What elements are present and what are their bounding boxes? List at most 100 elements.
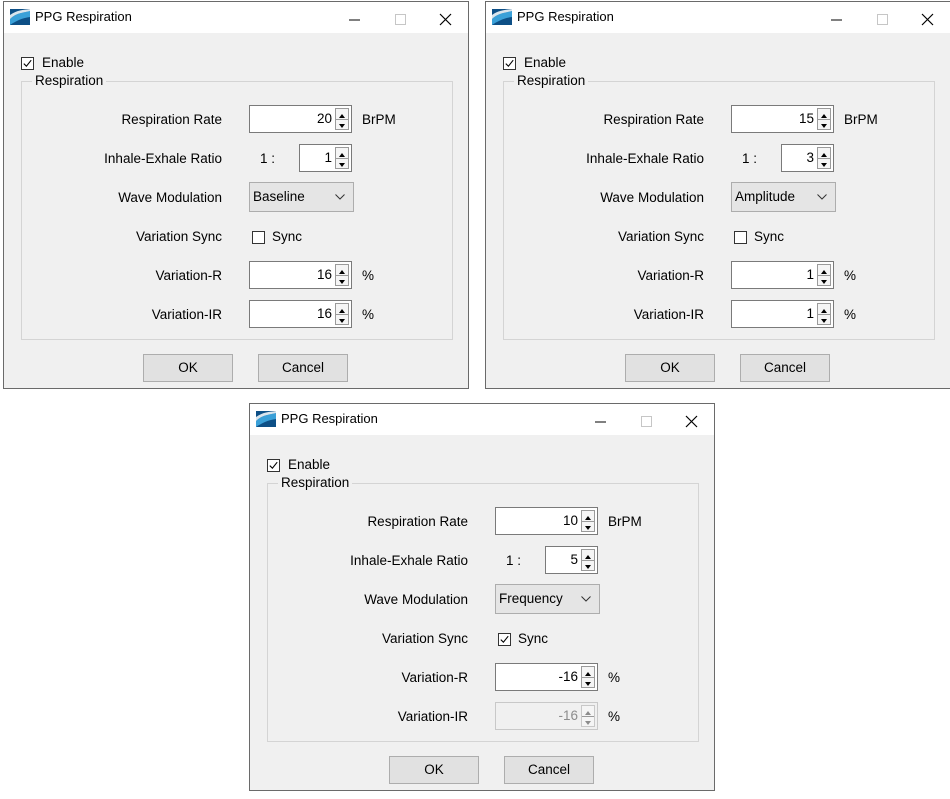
spin-down-button[interactable] xyxy=(818,158,830,168)
arrow-down-icon xyxy=(585,526,591,530)
wave-modulation-dropdown[interactable]: Baseline xyxy=(249,182,354,212)
variation-ir-label: Variation-IR xyxy=(397,709,468,724)
spin-buttons[interactable] xyxy=(335,108,349,130)
maximize-button[interactable] xyxy=(378,4,422,32)
wave-modulation-label: Wave Modulation xyxy=(600,190,704,205)
variation-ir-unit: % xyxy=(362,307,375,322)
enable-label: Enable xyxy=(288,457,331,472)
variation-r-label: Variation-R xyxy=(637,268,704,283)
title-bar[interactable]: PPG Respiration xyxy=(486,2,950,33)
variation-r-spinbox[interactable]: -16 xyxy=(495,663,598,691)
spin-buttons[interactable] xyxy=(335,264,349,286)
spin-buttons[interactable] xyxy=(817,264,831,286)
variation-ir-value: 1 xyxy=(806,306,814,321)
arrow-down-icon xyxy=(821,163,827,167)
minimize-button[interactable] xyxy=(578,406,622,434)
variation-r-spinbox[interactable]: 16 xyxy=(249,261,352,289)
respiration-rate-unit: BrPM xyxy=(608,514,642,529)
variation-ir-unit: % xyxy=(844,307,857,322)
minimize-icon xyxy=(349,19,360,21)
checkmark-icon xyxy=(505,59,514,68)
ratio-prefix: 1 : xyxy=(742,151,758,166)
ratio-spinbox[interactable]: 3 xyxy=(781,144,834,172)
maximize-button[interactable] xyxy=(624,406,668,434)
arrow-down-icon xyxy=(585,565,591,569)
variation-ir-spinbox[interactable]: 16 xyxy=(249,300,352,328)
spin-buttons[interactable] xyxy=(817,303,831,325)
ppg-respiration-dialog: PPG Respiration Enable Respiration Respi… xyxy=(3,1,469,389)
enable-checkbox[interactable] xyxy=(267,459,280,472)
variation-r-value: 16 xyxy=(316,267,332,282)
title-bar[interactable]: PPG Respiration xyxy=(250,404,714,435)
close-button[interactable] xyxy=(906,4,950,32)
minimize-button[interactable] xyxy=(332,4,376,32)
sync-checkbox-label: Sync xyxy=(518,631,549,646)
spin-buttons[interactable] xyxy=(335,147,349,169)
arrow-down-icon xyxy=(821,319,827,323)
spin-down-button[interactable] xyxy=(582,560,594,570)
spin-buttons[interactable] xyxy=(581,549,595,571)
chevron-down-icon xyxy=(581,596,591,602)
close-button[interactable] xyxy=(424,4,468,32)
variation-ir-unit: % xyxy=(608,709,621,724)
ratio-spinbox[interactable]: 1 xyxy=(299,144,352,172)
maximize-icon xyxy=(877,14,888,25)
spin-buttons[interactable] xyxy=(817,147,831,169)
variation-ir-spinbox: -16 xyxy=(495,702,598,730)
spin-down-button[interactable] xyxy=(336,158,348,168)
maximize-icon xyxy=(641,416,652,427)
variation-sync-label: Variation Sync xyxy=(381,631,468,646)
ratio-spinbox[interactable]: 5 xyxy=(545,546,598,574)
spin-down-button[interactable] xyxy=(818,119,830,129)
arrow-down-icon xyxy=(339,280,345,284)
spin-down-button[interactable] xyxy=(582,521,594,531)
spin-down-button[interactable] xyxy=(336,314,348,324)
spin-down-button[interactable] xyxy=(336,119,348,129)
variation-r-value: -16 xyxy=(558,669,578,684)
spin-buttons[interactable] xyxy=(581,666,595,688)
cancel-button[interactable]: Cancel xyxy=(740,354,830,382)
enable-checkbox[interactable] xyxy=(503,57,516,70)
respiration-rate-value: 20 xyxy=(316,111,332,126)
respiration-rate-spinbox[interactable]: 15 xyxy=(731,105,834,133)
spin-down-button[interactable] xyxy=(582,677,594,687)
respiration-rate-unit: BrPM xyxy=(844,112,878,127)
variation-sync-label: Variation Sync xyxy=(617,229,704,244)
variation-r-label: Variation-R xyxy=(155,268,222,283)
minimize-icon xyxy=(831,19,842,21)
wave-modulation-dropdown[interactable]: Frequency xyxy=(495,584,600,614)
variation-sync-label: Variation Sync xyxy=(135,229,222,244)
ok-button[interactable]: OK xyxy=(389,756,479,784)
respiration-rate-spinbox[interactable]: 10 xyxy=(495,507,598,535)
cancel-button[interactable]: Cancel xyxy=(258,354,348,382)
enable-checkbox[interactable] xyxy=(21,57,34,70)
variation-r-unit: % xyxy=(608,670,621,685)
wave-modulation-dropdown[interactable]: Amplitude xyxy=(731,182,836,212)
respiration-rate-spinbox[interactable]: 20 xyxy=(249,105,352,133)
spin-buttons[interactable] xyxy=(817,108,831,130)
sync-checkbox[interactable] xyxy=(252,231,265,244)
respiration-rate-value: 15 xyxy=(798,111,814,126)
cancel-button[interactable]: Cancel xyxy=(504,756,594,784)
variation-r-spinbox[interactable]: 1 xyxy=(731,261,834,289)
close-button[interactable] xyxy=(670,406,714,434)
spin-down-button[interactable] xyxy=(582,716,594,726)
variation-ir-spinbox[interactable]: 1 xyxy=(731,300,834,328)
sync-checkbox-label: Sync xyxy=(754,229,785,244)
sync-checkbox[interactable] xyxy=(498,633,511,646)
minimize-button[interactable] xyxy=(814,4,858,32)
arrow-down-icon xyxy=(339,163,345,167)
spin-buttons[interactable] xyxy=(581,510,595,532)
spin-down-button[interactable] xyxy=(818,314,830,324)
maximize-button[interactable] xyxy=(860,4,904,32)
spin-down-button[interactable] xyxy=(336,275,348,285)
spin-down-button[interactable] xyxy=(818,275,830,285)
arrow-down-icon xyxy=(585,721,591,725)
ok-button[interactable]: OK xyxy=(625,354,715,382)
ok-button[interactable]: OK xyxy=(143,354,233,382)
wave-modulation-label: Wave Modulation xyxy=(364,592,468,607)
spin-buttons[interactable] xyxy=(581,705,595,727)
sync-checkbox[interactable] xyxy=(734,231,747,244)
spin-buttons[interactable] xyxy=(335,303,349,325)
title-bar[interactable]: PPG Respiration xyxy=(4,2,468,33)
